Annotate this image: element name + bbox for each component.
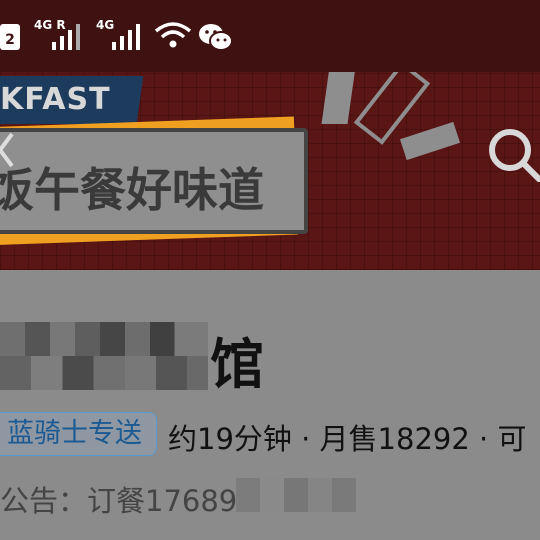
banner-ribbon-text: KFAST <box>0 82 111 117</box>
search-icon[interactable] <box>482 122 540 186</box>
back-arrow-icon[interactable] <box>0 130 16 174</box>
delivery-tag: 蓝骑士专送 <box>0 412 157 456</box>
shop-name-mosaic <box>0 322 208 390</box>
banner-slogan: 饭午餐好味道 <box>0 163 264 217</box>
decoration-shape <box>399 121 461 161</box>
shop-name: 馆 <box>210 333 264 396</box>
shop-notice[interactable]: 公告：订餐17689 <box>0 478 237 520</box>
sim2-badge: 2 <box>5 32 15 48</box>
shop-banner: KFAST 饭午餐好味道 <box>0 72 540 270</box>
notice-mosaic <box>236 478 356 512</box>
status-bar: 2 4G R 4G <box>0 0 540 72</box>
wifi-icon <box>154 20 192 54</box>
decoration-shape <box>321 72 357 124</box>
sim-card-icon: 2 <box>0 22 24 56</box>
shop-meta: 约19分钟 · 月售18292 · 可 <box>168 422 527 456</box>
wechat-icon <box>198 22 234 56</box>
